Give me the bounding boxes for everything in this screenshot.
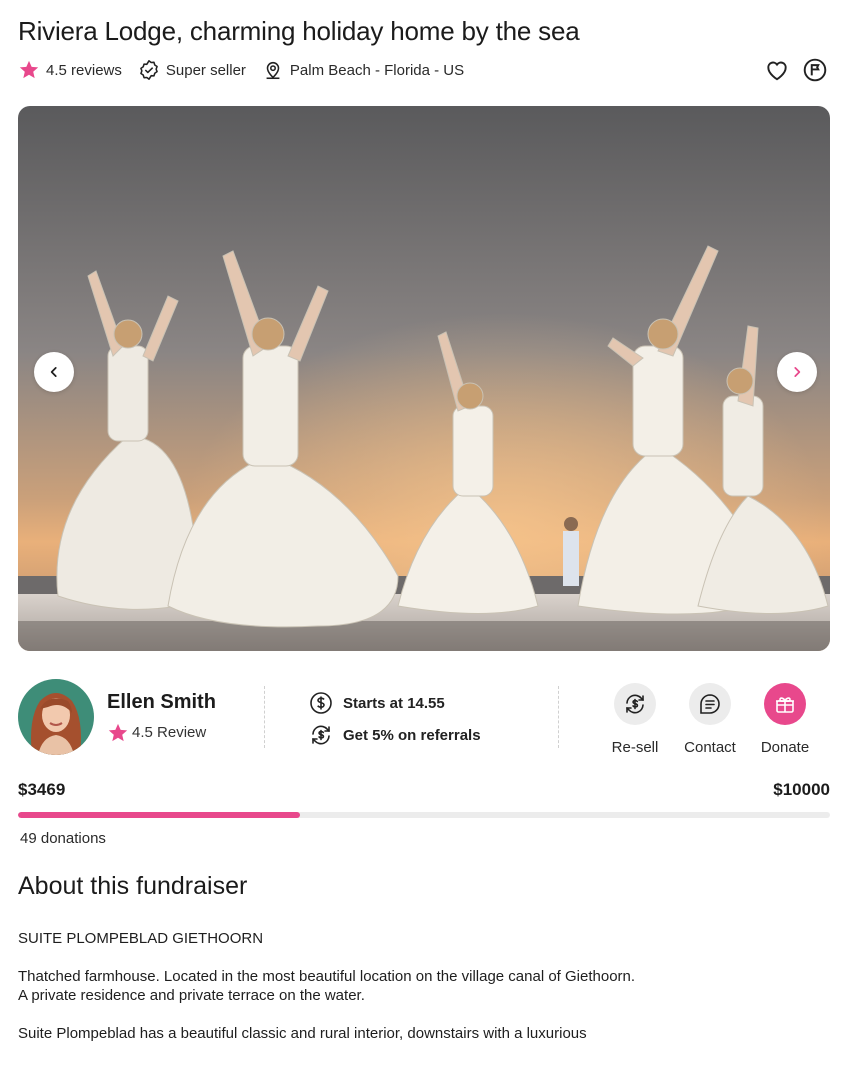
verified-badge-icon: [140, 60, 158, 80]
star-icon: [108, 723, 128, 741]
dollar-circle-icon: [310, 692, 332, 714]
location-label: Palm Beach - Florida - US: [289, 61, 465, 79]
exchange-dollar-icon: [626, 694, 644, 714]
page-title: Riviera Lodge, charming holiday home by …: [18, 16, 580, 46]
photo-gallery[interactable]: [18, 106, 830, 651]
fundraising-progress-bar: [18, 812, 830, 818]
host-name[interactable]: Ellen Smith: [107, 691, 216, 714]
description-paragraph: Suite Plompeblad has a beautiful classic…: [18, 1025, 587, 1042]
star-icon: [19, 60, 39, 79]
description-line: A private residence and private terrace …: [18, 987, 365, 1004]
next-photo-button[interactable]: [777, 352, 817, 392]
description-paragraph: SUITE PLOMPEBLAD GIETHOORN: [18, 930, 264, 947]
flag-icon: [803, 58, 827, 82]
chevron-right-icon: [794, 367, 801, 377]
contact-button[interactable]: Contact: [679, 683, 741, 756]
rating-text: 4.5 reviews: [46, 61, 122, 79]
report-button[interactable]: [801, 56, 829, 84]
progress-fill: [18, 812, 300, 818]
gallery-photo: [18, 106, 830, 651]
avatar-image: [18, 679, 94, 755]
rating-summary[interactable]: 4.5 reviews: [18, 59, 122, 81]
price-perk: Starts at 14.55: [309, 690, 481, 716]
resell-label: Re-sell: [611, 739, 659, 756]
location[interactable]: Palm Beach - Florida - US: [262, 59, 464, 81]
description-line: Thatched farmhouse. Located in the most …: [18, 968, 636, 985]
amount-raised: $3469: [18, 780, 66, 799]
section-divider: [558, 686, 559, 748]
price-perk-label: Starts at 14.55: [343, 694, 445, 712]
heart-icon: [767, 61, 787, 81]
chat-icon: [700, 694, 720, 714]
host-card[interactable]: Ellen Smith 4.5 Review: [18, 679, 216, 755]
avatar[interactable]: [18, 679, 94, 755]
referral-perk-label: Get 5% on referrals: [343, 726, 481, 744]
contact-label: Contact: [684, 739, 736, 756]
donation-count: 49 donations: [20, 830, 106, 847]
exchange-dollar-icon: [312, 725, 330, 745]
amount-goal: $10000: [773, 780, 830, 799]
top-actions: [753, 56, 829, 84]
about-heading: About this fundraiser: [18, 872, 248, 900]
action-buttons: Re-sell Contact Donate: [604, 683, 829, 756]
donate-button[interactable]: Donate: [754, 683, 816, 756]
resell-button[interactable]: Re-sell: [604, 683, 666, 756]
referral-perk: Get 5% on referrals: [309, 722, 481, 748]
chevron-left-icon: [50, 367, 57, 377]
perks-list: Starts at 14.55 Get 5% on referrals: [309, 690, 481, 754]
favorite-button[interactable]: [763, 56, 791, 84]
host-rating: 4.5 Review: [107, 722, 216, 744]
previous-photo-button[interactable]: [34, 352, 74, 392]
listing-meta: 4.5 reviews Super seller Palm Beach - Fl…: [18, 56, 480, 84]
host-rating-text: 4.5 Review: [132, 724, 207, 741]
gift-icon: [776, 697, 794, 713]
host-info: Ellen Smith 4.5 Review: [107, 691, 216, 744]
section-divider: [264, 686, 265, 748]
donate-label: Donate: [760, 739, 810, 756]
seller-badge: Super seller: [138, 59, 246, 81]
seller-badge-label: Super seller: [165, 61, 246, 79]
map-pin-icon: [266, 61, 280, 80]
